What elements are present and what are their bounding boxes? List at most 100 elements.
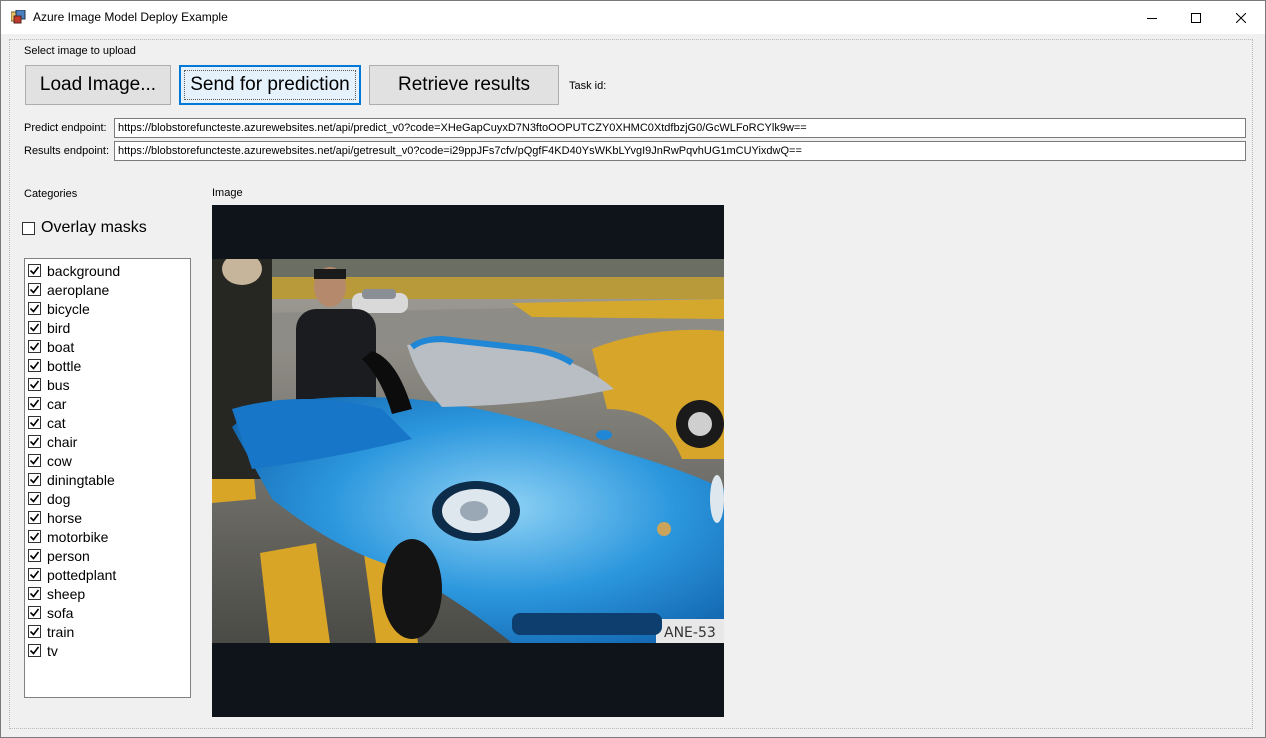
category-label: tv	[47, 642, 58, 659]
category-checkbox[interactable]	[28, 473, 41, 486]
category-label: diningtable	[47, 471, 115, 488]
category-checkbox[interactable]	[28, 625, 41, 638]
checkmark-icon	[29, 266, 40, 275]
categories-label: Categories	[24, 188, 78, 200]
checkmark-icon	[29, 646, 40, 655]
category-item[interactable]: motorbike	[27, 527, 187, 546]
category-item[interactable]: cow	[27, 451, 187, 470]
minimize-button[interactable]	[1129, 1, 1175, 34]
close-button[interactable]	[1218, 1, 1264, 34]
category-item[interactable]: cat	[27, 413, 187, 432]
category-checkbox[interactable]	[28, 435, 41, 448]
category-label: train	[47, 623, 75, 640]
category-item[interactable]: person	[27, 546, 187, 565]
category-item[interactable]: pottedplant	[27, 565, 187, 584]
minimize-icon	[1147, 17, 1157, 19]
checkmark-icon	[29, 608, 40, 617]
predict-endpoint-input[interactable]: https://blobstorefuncteste.azurewebsites…	[114, 118, 1246, 138]
category-checkbox[interactable]	[28, 302, 41, 315]
category-item[interactable]: bird	[27, 318, 187, 337]
category-label: sofa	[47, 604, 74, 621]
results-endpoint-label: Results endpoint:	[24, 145, 109, 157]
category-label: motorbike	[47, 528, 109, 545]
category-item[interactable]: sofa	[27, 603, 187, 622]
client-area: Select image to upload Load Image... Sen…	[1, 34, 1265, 737]
close-icon	[1236, 12, 1246, 23]
image-preview: ANE-53	[212, 205, 724, 717]
load-image-button[interactable]: Load Image...	[25, 65, 171, 105]
checkmark-icon	[29, 437, 40, 446]
category-checkbox[interactable]	[28, 530, 41, 543]
category-item[interactable]: chair	[27, 432, 187, 451]
categories-listbox[interactable]: background aeroplane bicycle bird boat bottle…	[24, 258, 191, 698]
send-for-prediction-button-label: Send for prediction	[190, 74, 350, 95]
maximize-icon	[1191, 12, 1201, 23]
category-label: dog	[47, 490, 71, 507]
title-bar[interactable]: Azure Image Model Deploy Example	[1, 1, 1265, 34]
category-checkbox[interactable]	[28, 340, 41, 353]
checkmark-icon	[29, 456, 40, 465]
checkmark-icon	[29, 304, 40, 313]
checkmark-icon	[29, 285, 40, 294]
category-item[interactable]: bus	[27, 375, 187, 394]
category-item[interactable]: bicycle	[27, 299, 187, 318]
category-item[interactable]: background	[27, 261, 187, 280]
category-label: cow	[47, 452, 72, 469]
retrieve-results-button[interactable]: Retrieve results	[369, 65, 559, 105]
category-item[interactable]: diningtable	[27, 470, 187, 489]
category-item[interactable]: sheep	[27, 584, 187, 603]
checkmark-icon	[29, 627, 40, 636]
checkmark-icon	[29, 570, 40, 579]
category-checkbox[interactable]	[28, 644, 41, 657]
category-label: bird	[47, 319, 71, 336]
checkmark-icon	[29, 380, 40, 389]
results-endpoint-input[interactable]: https://blobstorefuncteste.azurewebsites…	[114, 141, 1246, 161]
category-checkbox[interactable]	[28, 606, 41, 619]
category-item[interactable]: dog	[27, 489, 187, 508]
checkmark-icon	[29, 418, 40, 427]
category-checkbox[interactable]	[28, 587, 41, 600]
category-label: car	[47, 395, 67, 412]
category-checkbox[interactable]	[28, 397, 41, 410]
category-item[interactable]: train	[27, 622, 187, 641]
category-checkbox[interactable]	[28, 549, 41, 562]
category-checkbox[interactable]	[28, 492, 41, 505]
category-item[interactable]: car	[27, 394, 187, 413]
category-checkbox[interactable]	[28, 568, 41, 581]
category-label: bottle	[47, 357, 82, 374]
category-item[interactable]: bottle	[27, 356, 187, 375]
category-checkbox[interactable]	[28, 454, 41, 467]
category-item[interactable]: aeroplane	[27, 280, 187, 299]
checkmark-icon	[29, 513, 40, 522]
category-item[interactable]: tv	[27, 641, 187, 660]
category-checkbox[interactable]	[28, 511, 41, 524]
category-label: bus	[47, 376, 70, 393]
category-checkbox[interactable]	[28, 378, 41, 391]
category-label: cat	[47, 414, 66, 431]
overlay-masks-label[interactable]: Overlay masks	[41, 219, 147, 237]
category-label: chair	[47, 433, 78, 450]
overlay-masks-checkbox[interactable]	[22, 222, 35, 235]
category-checkbox[interactable]	[28, 283, 41, 296]
category-checkbox[interactable]	[28, 359, 41, 372]
checkmark-icon	[29, 342, 40, 351]
send-for-prediction-button[interactable]: Send for prediction	[179, 65, 361, 105]
checkmark-icon	[29, 532, 40, 541]
category-checkbox[interactable]	[28, 416, 41, 429]
svg-text:ANE-53: ANE-53	[664, 625, 716, 641]
category-item[interactable]: boat	[27, 337, 187, 356]
category-label: boat	[47, 338, 75, 355]
category-checkbox[interactable]	[28, 264, 41, 277]
category-checkbox[interactable]	[28, 321, 41, 334]
maximize-button[interactable]	[1173, 1, 1219, 34]
category-label: background	[47, 262, 121, 279]
checkmark-icon	[29, 399, 40, 408]
app-window: Azure Image Model Deploy Example Select …	[0, 0, 1266, 738]
checkmark-icon	[29, 494, 40, 503]
checkmark-icon	[29, 475, 40, 484]
uploaded-photo: ANE-53	[212, 259, 724, 643]
app-icon	[10, 9, 26, 24]
category-item[interactable]: horse	[27, 508, 187, 527]
category-label: person	[47, 547, 90, 564]
category-label: horse	[47, 509, 83, 526]
